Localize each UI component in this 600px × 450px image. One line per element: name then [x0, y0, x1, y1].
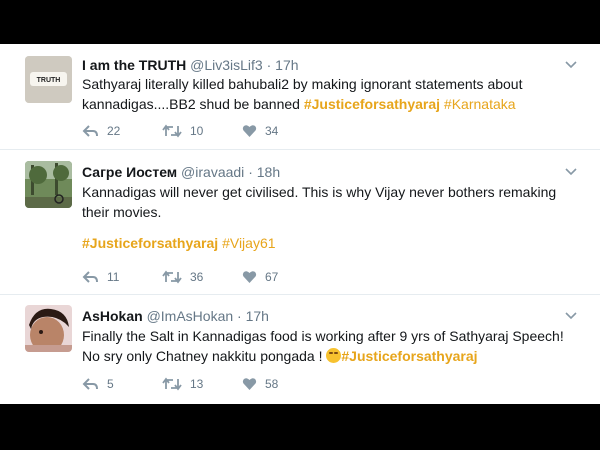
like-count: 67 — [265, 270, 279, 284]
retweet-count: 13 — [190, 377, 204, 391]
reply-action[interactable]: 22 — [82, 124, 120, 138]
separator-dot: · — [237, 308, 242, 324]
timestamp[interactable]: 17h — [246, 308, 269, 324]
avatar-text: TRUTH — [37, 77, 61, 84]
avatar[interactable] — [25, 161, 72, 208]
chevron-down-icon[interactable] — [564, 164, 578, 178]
tweet-text: Finally the Salt in Kannadigas food is w… — [82, 326, 582, 366]
tweet-1[interactable]: TRUTH I am the TRUTH @Liv3isLif3 · 17h S… — [0, 44, 600, 143]
user-handle[interactable]: @ImAsHokan — [147, 308, 234, 324]
reply-icon[interactable] — [82, 377, 99, 391]
retweet-icon[interactable] — [162, 124, 182, 138]
timestamp[interactable]: 17h — [275, 57, 298, 73]
retweet-count: 10 — [190, 124, 204, 138]
tweet-body-line: No sry only Chatney nakkitu pongada ! — [82, 348, 327, 364]
like-count: 58 — [265, 377, 279, 391]
reply-count: 22 — [107, 124, 121, 138]
hashtag-link[interactable]: #Karnataka — [444, 96, 516, 112]
tweet-2[interactable]: Сагре Иостем @iravaadi · 18h Kannadigas … — [0, 150, 600, 287]
tweet-body-line: Finally the Salt in Kannadigas food is w… — [82, 328, 564, 344]
like-action[interactable]: 34 — [242, 124, 278, 138]
avatar[interactable] — [25, 305, 72, 352]
reply-count: 11 — [107, 270, 120, 284]
separator-dot: · — [248, 164, 253, 180]
like-count: 34 — [265, 124, 279, 138]
tweet-hashtags: #Justiceforsathyaraj #Vijay61 — [82, 233, 582, 253]
retweet-icon[interactable] — [162, 377, 182, 391]
chevron-down-icon[interactable] — [564, 57, 578, 71]
like-icon[interactable] — [242, 377, 257, 391]
display-name[interactable]: I am the TRUTH — [82, 57, 186, 73]
separator-dot: · — [266, 57, 272, 73]
like-action[interactable]: 67 — [242, 270, 278, 284]
display-name[interactable]: Сагре Иостем — [82, 164, 177, 180]
retweet-action[interactable]: 10 — [162, 124, 203, 138]
reply-icon[interactable] — [82, 124, 99, 138]
hashtag-link[interactable]: #Justiceforsathyaraj — [82, 235, 218, 251]
chevron-down-icon[interactable] — [564, 308, 578, 322]
tweet-actions: 11 36 67 — [82, 270, 382, 288]
like-action[interactable]: 58 — [242, 377, 278, 391]
hashtag-link[interactable]: #Justiceforsathyaraj — [304, 96, 440, 112]
retweet-action[interactable]: 36 — [162, 270, 203, 284]
user-handle[interactable]: @iravaadi — [181, 164, 244, 180]
tweet-timeline: TRUTH I am the TRUTH @Liv3isLif3 · 17h S… — [0, 44, 600, 404]
laughing-emoji-icon — [326, 348, 342, 363]
retweet-count: 36 — [190, 270, 204, 284]
reply-action[interactable]: 11 — [82, 270, 119, 284]
display-name[interactable]: AsHokan — [82, 308, 143, 324]
hashtag-link[interactable]: #Justiceforsathyaraj — [341, 348, 477, 364]
hashtag-link[interactable]: #Vijay61 — [222, 235, 275, 251]
reply-count: 5 — [107, 377, 114, 391]
tweet-3[interactable]: AsHokan @ImAsHokan · 17h Finally the Sal… — [0, 295, 600, 404]
reply-action[interactable]: 5 — [82, 377, 114, 391]
reply-icon[interactable] — [82, 270, 99, 284]
user-handle[interactable]: @Liv3isLif3 — [190, 57, 263, 73]
tweet-actions: 5 13 58 — [82, 377, 382, 395]
timestamp[interactable]: 18h — [257, 164, 280, 180]
like-icon[interactable] — [242, 270, 257, 284]
like-icon[interactable] — [242, 124, 257, 138]
tweet-text: Sathyaraj literally killed bahubali2 by … — [82, 74, 582, 114]
tweet-text: Kannadigas will never get civilised. Thi… — [82, 184, 557, 220]
tweet-actions: 22 10 34 — [82, 124, 382, 142]
retweet-icon[interactable] — [162, 270, 182, 284]
avatar[interactable]: TRUTH — [25, 56, 72, 103]
retweet-action[interactable]: 13 — [162, 377, 203, 391]
